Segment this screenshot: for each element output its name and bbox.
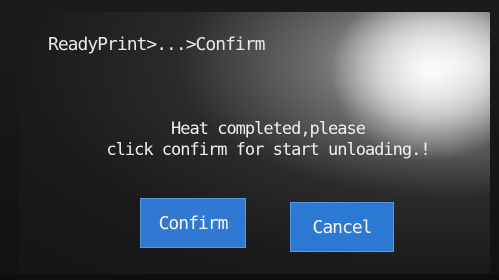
breadcrumb: ReadyPrint>...>Confirm <box>48 34 265 55</box>
confirm-button[interactable]: Confirm <box>140 198 246 248</box>
lcd-screen: ReadyPrint>...>Confirm Heat completed,pl… <box>18 12 490 274</box>
printer-display-photo: ReadyPrint>...>Confirm Heat completed,pl… <box>0 0 499 280</box>
bezel-bottom-edge <box>0 274 499 280</box>
cancel-button[interactable]: Cancel <box>290 202 394 252</box>
message-line-2: click confirm for start unloading.! <box>106 140 430 160</box>
message-line-1: Heat completed,please <box>171 119 366 139</box>
